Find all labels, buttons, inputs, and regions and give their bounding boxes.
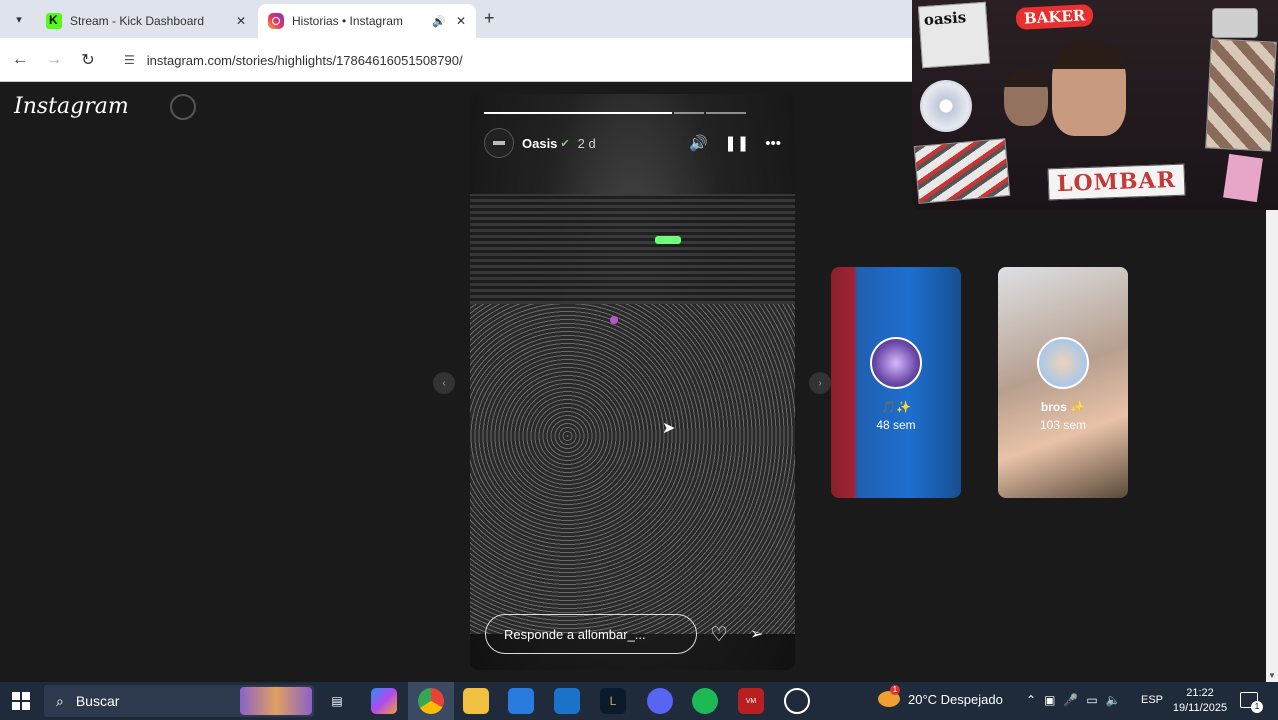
clock-date: 19/11/2025 xyxy=(1172,702,1228,714)
band-sticker xyxy=(913,138,1011,204)
next-story-chevron-icon[interactable]: › xyxy=(809,372,831,394)
weather-widget[interactable]: 20°C Despejado xyxy=(878,685,1003,707)
stream-webcam-overlay: oasis BAKER LOMBAR xyxy=(912,0,1278,210)
more-options-icon[interactable]: ••• xyxy=(765,135,781,152)
loading-spinner-icon xyxy=(170,94,196,120)
verified-badge-icon: ✔ xyxy=(560,137,570,150)
story-progress-segment xyxy=(706,112,746,114)
weather-sun-icon xyxy=(878,685,900,707)
previous-story-chevron-icon[interactable]: ‹ xyxy=(433,372,455,394)
tab-title: Historias • Instagram xyxy=(292,14,403,28)
tab-close-icon[interactable]: ✕ xyxy=(236,14,246,28)
highlight-avatar xyxy=(1037,337,1089,389)
oasis-sticker: oasis xyxy=(917,1,991,69)
heart-icon[interactable]: ♡ xyxy=(710,622,728,647)
network-icon[interactable]: ▭ xyxy=(1086,693,1097,707)
highlight-title: 🎵✨ xyxy=(881,400,911,414)
highlight-avatar xyxy=(870,337,922,389)
instagram-favicon-icon xyxy=(268,13,284,29)
notification-icon[interactable] xyxy=(1240,692,1263,713)
instagram-logo[interactable]: Instagram xyxy=(14,94,129,119)
webcam-person xyxy=(1052,40,1126,136)
tab-title: Stream - Kick Dashboard xyxy=(70,14,205,28)
story-header: Oasis ✔ 2 d 🔊 ❚❚ ••• xyxy=(484,128,781,158)
address-bar[interactable]: ☰ instagram.com/stories/highlights/17864… xyxy=(112,44,912,76)
taskbar-search[interactable]: ⌕ Buscar xyxy=(44,685,314,717)
speaker-icon[interactable]: 🔊 xyxy=(432,15,446,28)
mouse-cursor-icon: ➤ xyxy=(662,420,676,437)
search-icon: ⌕ xyxy=(56,692,64,709)
story-time-ago: 2 d xyxy=(577,135,596,151)
volume-icon[interactable]: 🔊 xyxy=(689,134,708,152)
clock-time: 21:22 xyxy=(1186,687,1214,699)
obs-icon[interactable] xyxy=(784,688,810,714)
kick-favicon-icon xyxy=(46,13,62,29)
language-indicator[interactable]: ESP xyxy=(1141,694,1163,706)
story-image-crowd xyxy=(470,304,795,634)
copilot-icon[interactable] xyxy=(371,688,397,714)
spotify-icon[interactable] xyxy=(692,688,718,714)
story-progress-segment xyxy=(674,112,704,114)
tab-close-icon[interactable]: ✕ xyxy=(456,14,466,28)
story-image-light xyxy=(655,236,681,244)
site-info-icon[interactable]: ☰ xyxy=(124,53,135,67)
back-arrow-icon[interactable]: ← xyxy=(9,49,31,71)
send-icon[interactable]: ➢ xyxy=(750,624,763,644)
microsoft-store-icon[interactable] xyxy=(508,688,534,714)
volume-icon[interactable]: 🔈 xyxy=(1106,693,1121,707)
baker-sticker: BAKER xyxy=(1015,3,1094,31)
photo-collage-sticker xyxy=(1205,38,1277,152)
tab-instagram-stories[interactable]: Historias • Instagram 🔊 ✕ xyxy=(258,4,476,38)
chrome-icon[interactable] xyxy=(418,688,444,714)
highlight-preview[interactable]: 🎵✨ 48 sem xyxy=(831,267,961,498)
voicemeeter-icon[interactable]: VM xyxy=(738,688,764,714)
windows-start-icon[interactable] xyxy=(12,692,30,710)
chevron-up-icon[interactable]: ⌃ xyxy=(1026,693,1036,707)
reload-icon[interactable]: ↻ xyxy=(77,49,99,71)
task-view-icon[interactable]: ▤ xyxy=(324,688,350,714)
taskbar-clock[interactable]: 21:22 19/11/2025 xyxy=(1170,686,1230,716)
story-image-light xyxy=(610,316,618,324)
discord-icon[interactable] xyxy=(647,688,673,714)
tab-kick-dashboard[interactable]: Stream - Kick Dashboard ✕ xyxy=(36,4,256,38)
scroll-down-arrow-icon[interactable]: ▼ xyxy=(1268,671,1276,680)
outlook-icon[interactable] xyxy=(554,688,580,714)
camera-sticker-icon xyxy=(1212,8,1258,38)
highlight-time: 103 sem xyxy=(1039,418,1087,432)
story-avatar[interactable] xyxy=(484,128,514,158)
weather-text: 20°C Despejado xyxy=(908,691,1003,707)
story-image-stands xyxy=(470,194,795,304)
forward-arrow-icon[interactable]: → xyxy=(43,49,65,71)
microphone-icon[interactable]: 🎤 xyxy=(1063,693,1078,707)
pink-sticker xyxy=(1223,153,1263,203)
new-tab-plus-icon[interactable]: + xyxy=(484,8,495,29)
highlight-title: bros ✨ xyxy=(1040,400,1086,414)
webcam-person-background xyxy=(1004,70,1048,126)
search-highlight-image xyxy=(240,687,312,715)
windows-taskbar: ⌕ Buscar ▤ L VM 20°C Despejado ⌃ ▣ 🎤 ▭ 🔈… xyxy=(0,682,1278,720)
tab-search-chevron-icon[interactable]: ▾ xyxy=(8,8,30,30)
reply-input[interactable]: Responde a allombar_... xyxy=(485,614,697,654)
address-url: instagram.com/stories/highlights/1786461… xyxy=(146,52,463,68)
lombar-sticker: LOMBAR xyxy=(1047,163,1186,201)
story-viewer[interactable]: Oasis ✔ 2 d 🔊 ❚❚ ••• ➤ Responde a allomb… xyxy=(470,94,795,670)
screen: ▾ Stream - Kick Dashboard ✕ Historias • … xyxy=(0,0,1278,720)
story-username[interactable]: Oasis xyxy=(522,136,557,151)
cd-sticker xyxy=(920,80,972,132)
system-tray: ⌃ ▣ 🎤 ▭ 🔈 xyxy=(1026,693,1121,707)
file-explorer-icon[interactable] xyxy=(463,688,489,714)
pause-icon[interactable]: ❚❚ xyxy=(724,134,749,152)
highlight-preview[interactable]: bros ✨ 103 sem xyxy=(998,267,1128,498)
story-progress-segment xyxy=(484,112,672,114)
tray-app-icon[interactable]: ▣ xyxy=(1044,693,1055,707)
taskbar-search-placeholder: Buscar xyxy=(75,693,120,709)
highlight-time: 48 sem xyxy=(876,418,916,432)
league-of-legends-icon[interactable]: L xyxy=(600,688,626,714)
